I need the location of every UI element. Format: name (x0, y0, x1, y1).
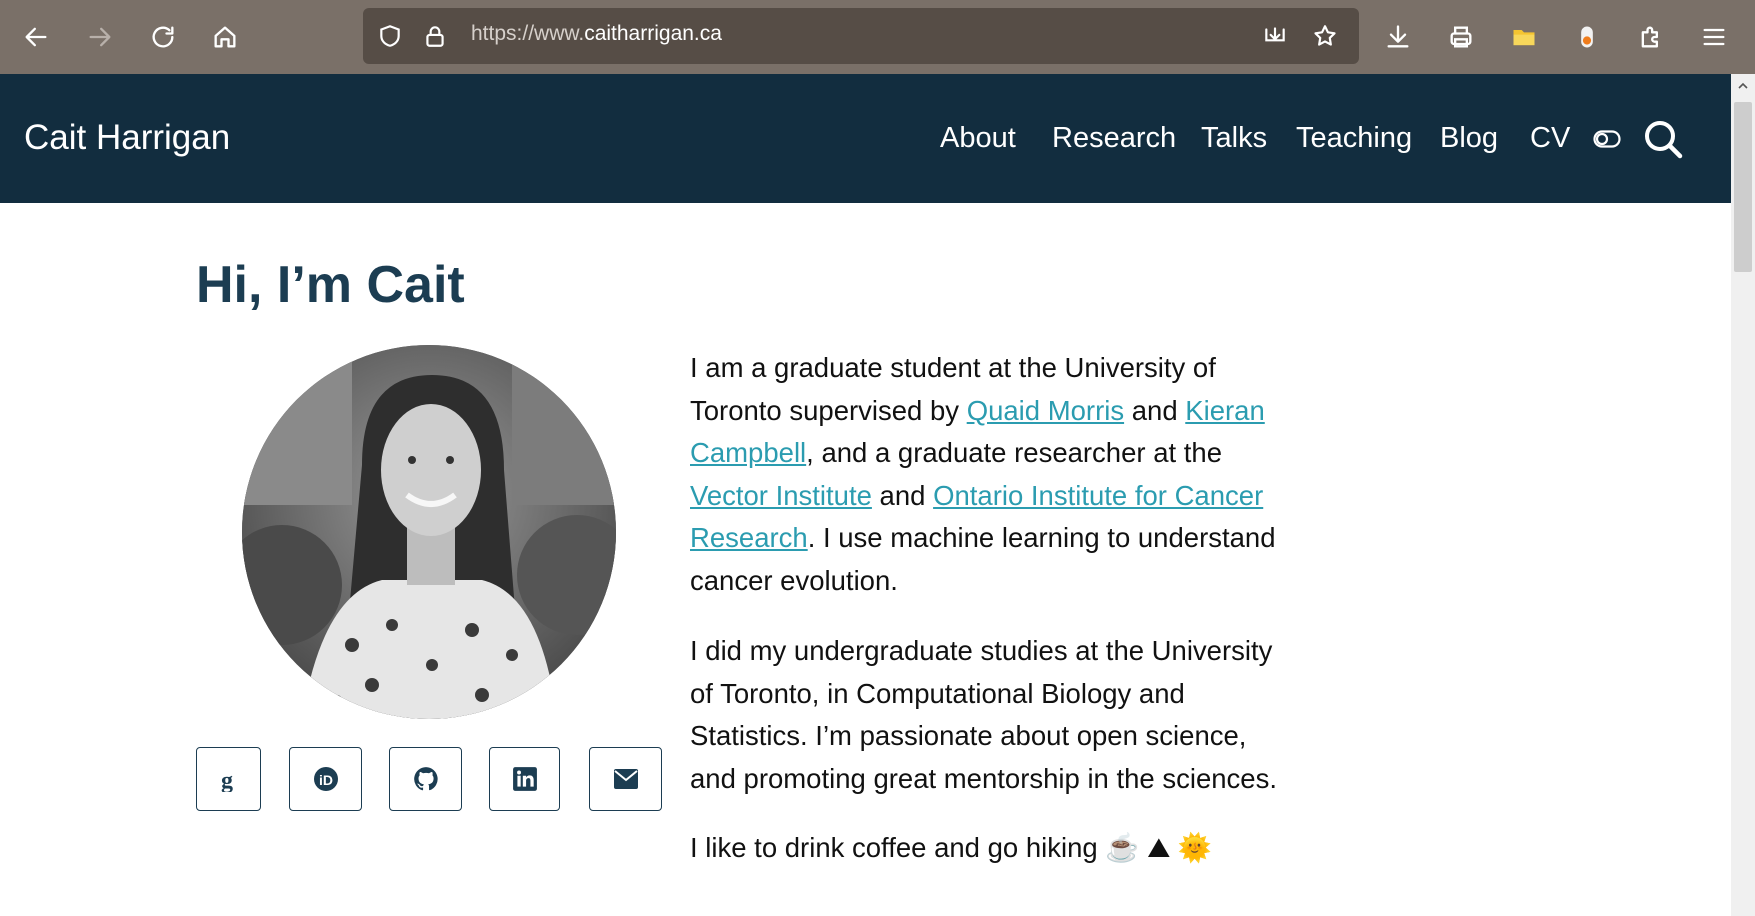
email-icon (613, 769, 638, 789)
svg-text:g: g (221, 768, 233, 792)
nav-about[interactable]: About (940, 122, 1016, 155)
nav-blog[interactable]: Blog (1440, 122, 1498, 155)
url-bar[interactable]: https://www.caitharrigan.ca (363, 8, 1359, 64)
home-button[interactable] (201, 13, 249, 61)
orcid-icon: iD (313, 767, 338, 791)
menu-icon[interactable] (1697, 20, 1731, 54)
pocket-icon[interactable] (1259, 20, 1291, 52)
back-button[interactable] (12, 13, 60, 61)
link-vector-institute[interactable]: Vector Institute (690, 480, 872, 511)
site-header: Cait Harrigan About Research Talks Teach… (0, 74, 1731, 203)
forward-button[interactable] (76, 13, 124, 61)
home-icon (214, 26, 236, 48)
forward-icon (89, 27, 111, 47)
bio-paragraph-2: I did my undergraduate studies at the Un… (690, 635, 1277, 794)
bio-paragraph-3: I like to drink coffee and go hiking ☕ ⛰… (690, 832, 1213, 863)
nav-research[interactable]: Research (1052, 122, 1176, 155)
theme-toggle-icon[interactable] (1593, 130, 1621, 148)
nav-cv[interactable]: CV (1530, 122, 1570, 155)
page-title: Hi, I’m Cait (196, 256, 465, 314)
scroll-up-arrow-icon[interactable] (1731, 74, 1755, 98)
browser-toolbar: https://www.caitharrigan.ca (0, 0, 1755, 74)
reload-button[interactable] (139, 13, 187, 61)
bookmark-star-icon[interactable] (1309, 20, 1341, 52)
profile-photo (242, 345, 616, 719)
reload-icon (152, 26, 174, 48)
back-icon (25, 27, 47, 47)
lock-icon[interactable] (419, 20, 451, 52)
email-link[interactable] (589, 747, 662, 811)
nav-teaching[interactable]: Teaching (1296, 122, 1412, 155)
github-link[interactable] (389, 747, 462, 811)
bio-paragraph-1: I am a graduate student at the Universit… (690, 352, 1276, 596)
google-scholar-link[interactable]: g (196, 747, 261, 811)
nav-talks[interactable]: Talks (1201, 122, 1267, 155)
link-quaid-morris[interactable]: Quaid Morris (967, 395, 1124, 426)
scrollbar-thumb[interactable] (1734, 102, 1752, 272)
shield-icon[interactable] (374, 20, 406, 52)
svg-text:iD: iD (319, 772, 333, 788)
puzzle-icon[interactable] (1634, 20, 1668, 54)
github-icon (413, 767, 438, 791)
extension-dot-icon[interactable] (1570, 20, 1604, 54)
download-icon[interactable] (1381, 20, 1415, 54)
page-scrollbar[interactable] (1731, 74, 1755, 916)
url-prefix: https://www. (471, 22, 585, 45)
orcid-link[interactable]: iD (289, 747, 362, 811)
google-scholar-icon: g (221, 768, 233, 792)
search-icon[interactable] (1643, 119, 1683, 159)
url-domain: caitharrigan.ca (584, 22, 722, 45)
linkedin-icon (512, 767, 537, 791)
printer-icon[interactable] (1444, 20, 1478, 54)
url-text[interactable]: https://www.caitharrigan.ca (471, 22, 722, 46)
site-title[interactable]: Cait Harrigan (24, 118, 230, 158)
linkedin-link[interactable] (489, 747, 560, 811)
folder-icon[interactable] (1507, 20, 1541, 54)
